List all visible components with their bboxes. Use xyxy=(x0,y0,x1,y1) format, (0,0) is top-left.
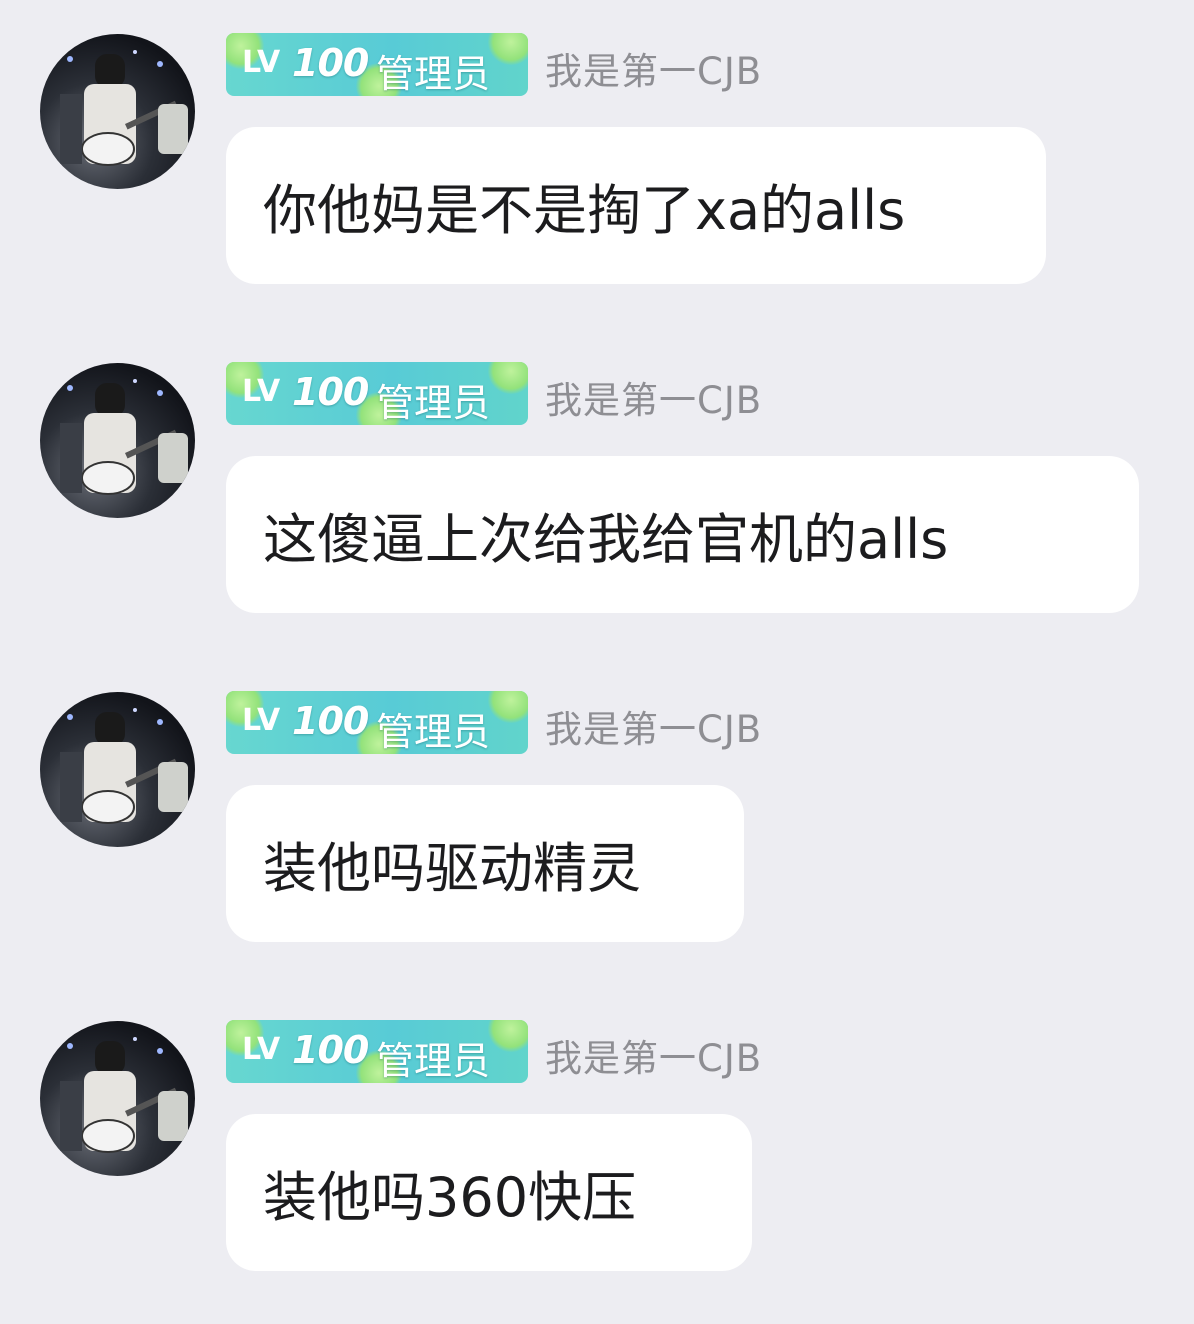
level-badge: LV 100 管理员 xyxy=(226,1020,528,1083)
badge-lv-label: LV xyxy=(242,1032,281,1067)
badge-level: 100 xyxy=(292,1028,369,1072)
guitarist-photo-icon xyxy=(60,1037,188,1153)
avatar[interactable] xyxy=(40,692,195,847)
chat-message: LV 100 管理员 我是第一CJB 装他吗驱动精灵 xyxy=(0,658,1194,948)
chat-message: LV 100 管理员 我是第一CJB 你他妈是不是掏了xa的alls xyxy=(0,0,1194,290)
username[interactable]: 我是第一CJB xyxy=(545,1028,762,1082)
guitarist-photo-icon xyxy=(60,708,188,824)
level-badge: LV 100 管理员 xyxy=(226,33,528,96)
badge-lv-label: LV xyxy=(242,45,281,80)
level-badge: LV 100 管理员 xyxy=(226,362,528,425)
badge-role: 管理员 xyxy=(376,381,491,425)
flower-icon xyxy=(488,33,528,65)
flower-icon xyxy=(488,1020,528,1052)
flower-icon xyxy=(488,362,528,394)
username[interactable]: 我是第一CJB xyxy=(545,699,762,753)
chat-message: LV 100 管理员 我是第一CJB 这傻逼上次给我给官机的alls xyxy=(0,329,1194,619)
message-bubble[interactable]: 装他吗360快压 xyxy=(226,1114,752,1271)
badge-level: 100 xyxy=(292,41,369,85)
badge-lv-label: LV xyxy=(242,703,281,738)
badge-role: 管理员 xyxy=(376,52,491,96)
message-bubble[interactable]: 你他妈是不是掏了xa的alls xyxy=(226,127,1046,284)
username[interactable]: 我是第一CJB xyxy=(545,41,762,95)
message-bubble[interactable]: 这傻逼上次给我给官机的alls xyxy=(226,456,1139,613)
badge-role: 管理员 xyxy=(376,1039,491,1083)
badge-role: 管理员 xyxy=(376,710,491,754)
message-bubble[interactable]: 装他吗驱动精灵 xyxy=(226,785,744,942)
flower-icon xyxy=(488,691,528,723)
username[interactable]: 我是第一CJB xyxy=(545,370,762,424)
badge-level: 100 xyxy=(292,370,369,414)
avatar[interactable] xyxy=(40,34,195,189)
guitarist-photo-icon xyxy=(60,379,188,495)
guitarist-photo-icon xyxy=(60,50,188,166)
level-badge: LV 100 管理员 xyxy=(226,691,528,754)
badge-lv-label: LV xyxy=(242,374,281,409)
badge-level: 100 xyxy=(292,699,369,743)
avatar[interactable] xyxy=(40,1021,195,1176)
chat-message: LV 100 管理员 我是第一CJB 装他吗360快压 xyxy=(0,987,1194,1277)
avatar[interactable] xyxy=(40,363,195,518)
